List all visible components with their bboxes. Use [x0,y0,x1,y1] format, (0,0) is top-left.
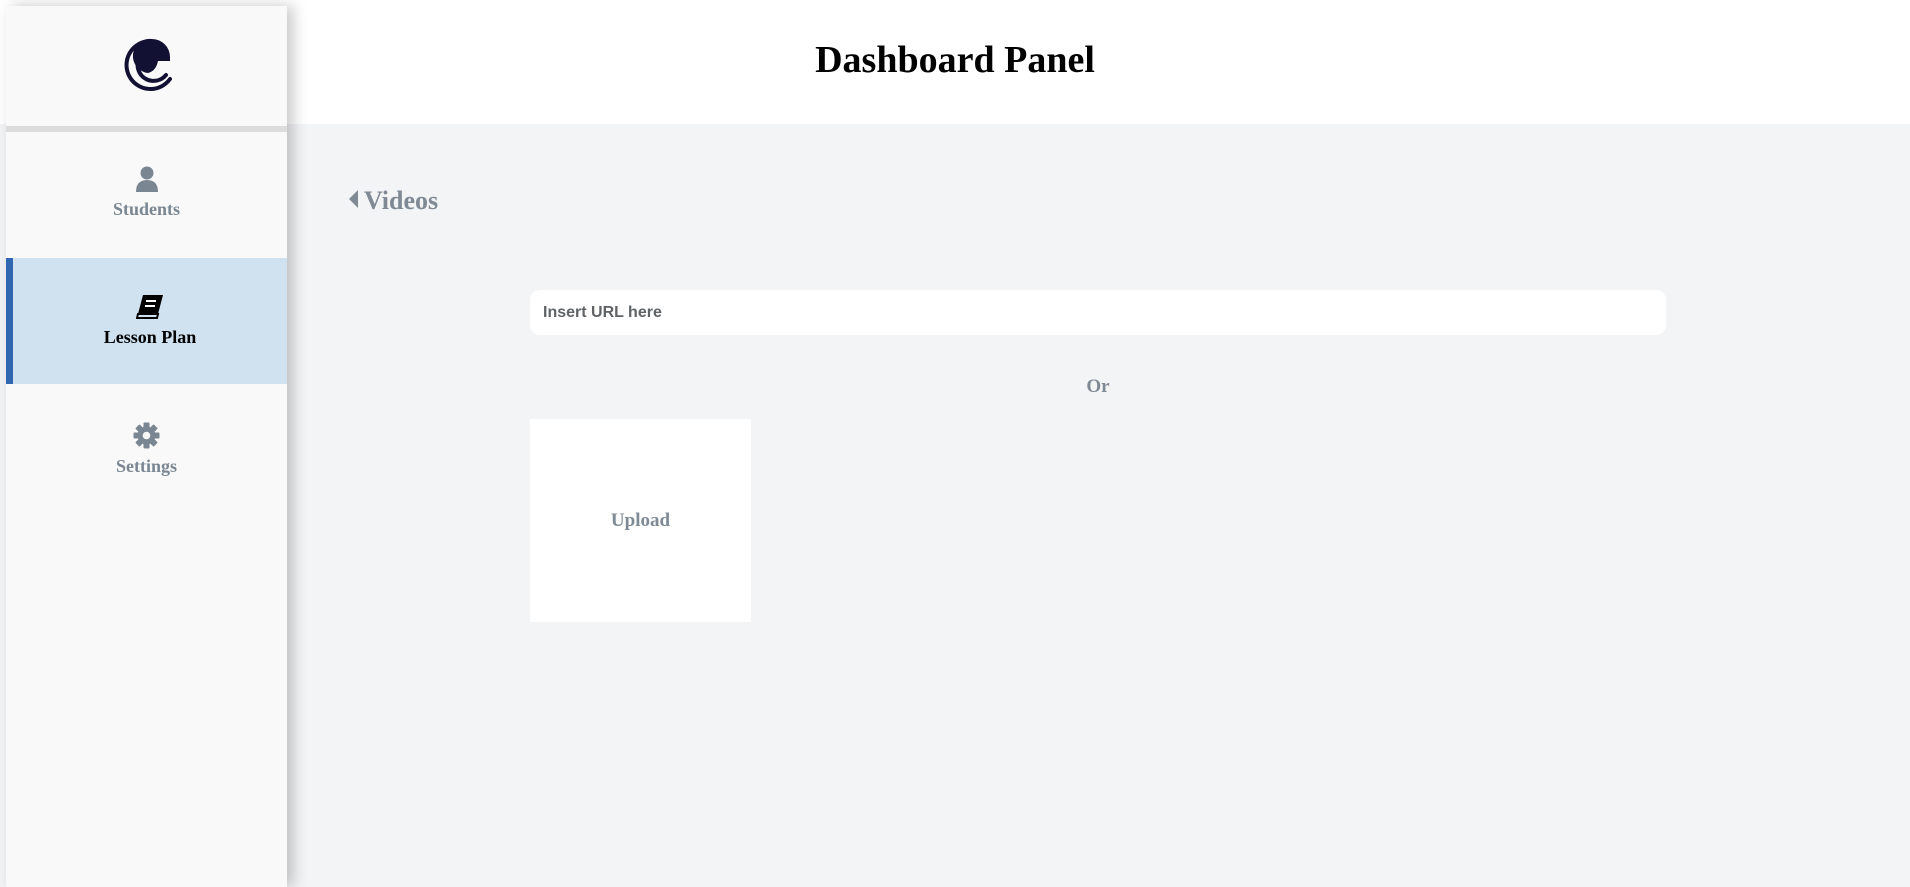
gear-icon [133,422,160,454]
sidebar-item-label: Students [112,199,181,219]
book-icon [135,294,164,325]
caret-left-icon [348,186,364,216]
back-link-videos[interactable]: Videos [348,186,438,216]
sidebar-item-settings[interactable]: Settings [6,386,287,512]
user-icon [135,166,158,197]
back-link-label: Videos [364,186,439,215]
main-content: Videos Or Upload [287,124,1910,887]
sidebar-item-label: Lesson Plan [103,327,197,347]
upload-label: Upload [610,509,671,531]
crescent-logo-icon [116,31,178,101]
sidebar: Students Lesson Plan Settings [6,6,287,887]
sidebar-item-label: Settings [115,455,177,476]
url-input[interactable] [530,290,1666,335]
logo-area [6,6,287,132]
upload-button[interactable]: Upload [530,419,751,622]
sidebar-item-lesson-plan[interactable]: Lesson Plan [6,258,287,384]
or-separator: Or [1086,376,1110,397]
sidebar-item-students[interactable]: Students [6,132,287,254]
